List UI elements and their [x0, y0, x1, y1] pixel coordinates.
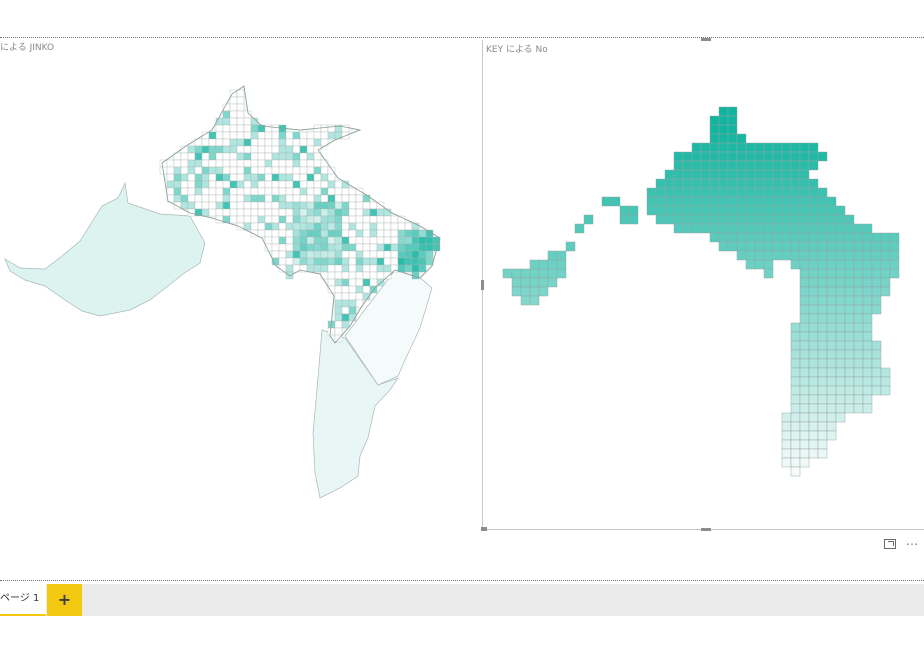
focus-mode-icon[interactable] [884, 539, 896, 549]
page-tab-bar: ページ 1 + [0, 584, 924, 616]
more-options-icon[interactable]: ⋯ [906, 538, 919, 550]
report-canvas: による JINKO KEY による No ⋯ ページ 1 + [0, 0, 924, 660]
grid-map-visual[interactable]: KEY による No [481, 38, 924, 531]
tab-page-1[interactable]: ページ 1 [0, 584, 46, 616]
resize-handle-corner[interactable] [481, 527, 487, 531]
filled-map-canvas [4, 85, 441, 499]
resize-handle-left[interactable] [481, 280, 484, 290]
add-page-button[interactable]: + [47, 584, 82, 616]
resize-handle-bottom[interactable] [701, 528, 711, 531]
visual-header-tools: ⋯ [884, 537, 919, 551]
resize-handle-top[interactable] [701, 38, 711, 41]
grid-map-canvas [502, 106, 900, 477]
filled-map-visual[interactable]: による JINKO [0, 38, 480, 578]
